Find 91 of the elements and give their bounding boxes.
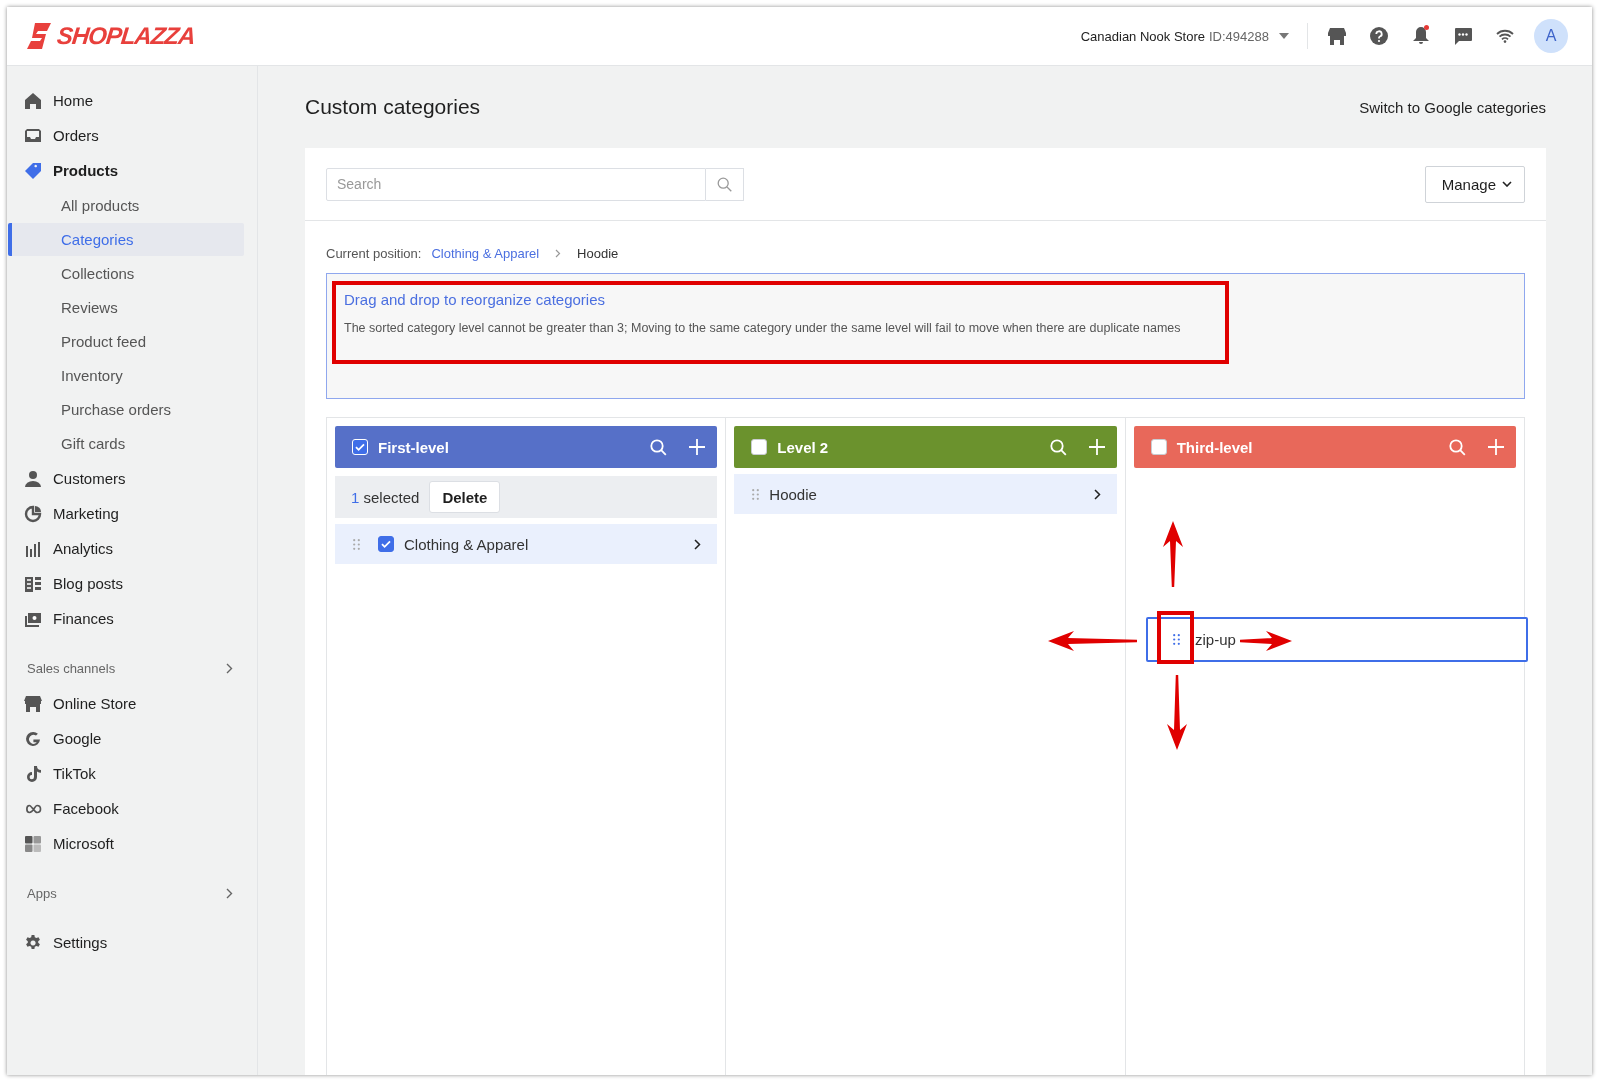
checkbox[interactable] <box>1150 439 1167 455</box>
column-title: Level 2 <box>777 438 830 456</box>
avatar[interactable]: A <box>1534 19 1568 53</box>
category-name: Clothing & Apparel <box>404 535 530 553</box>
chevron-icon <box>555 248 562 258</box>
nav-item[interactable]: Google <box>7 721 257 756</box>
delete-button[interactable]: Delete <box>429 481 501 513</box>
storefront-icon <box>25 695 41 712</box>
card-icon <box>25 610 41 627</box>
nav-subitem[interactable]: Collections <box>8 257 244 290</box>
tag-icon <box>25 162 41 179</box>
nav-item[interactable]: Settings <box>7 925 257 960</box>
nav-item[interactable]: Home <box>7 83 257 118</box>
nav-item[interactable]: Microsoft <box>7 826 257 861</box>
nav-item[interactable]: Marketing <box>7 496 257 531</box>
column-title: First-level <box>378 438 450 456</box>
caret-icon[interactable] <box>1279 33 1289 39</box>
gear-icon <box>25 934 41 951</box>
tray-icon <box>25 127 41 144</box>
nav-subitem[interactable]: Categories <box>8 223 244 256</box>
category-row[interactable]: Hoodie <box>734 474 1117 514</box>
notice-text: The sorted category level cannot be greater than 3; Moving to the same category under the same level will fail to move when there are duplicate names <box>344 321 1182 335</box>
category-row[interactable]: Clothing & Apparel <box>335 524 718 564</box>
search-icon[interactable] <box>650 438 668 456</box>
checkbox[interactable] <box>378 536 394 552</box>
nav-item[interactable]: Online Store <box>7 686 257 721</box>
highlight-frame <box>1157 611 1194 664</box>
add-icon[interactable] <box>1088 439 1105 455</box>
page-title: Custom categories <box>305 95 481 119</box>
nav-subitem[interactable]: All products <box>8 189 244 222</box>
person-icon <box>25 470 41 487</box>
chevron-down-icon <box>1502 181 1512 187</box>
nav-subitem[interactable]: Reviews <box>8 291 244 324</box>
grid-icon <box>25 835 41 852</box>
search-icon[interactable] <box>1049 438 1067 456</box>
section-header[interactable]: Apps <box>7 875 257 911</box>
section-title: Apps <box>27 885 57 901</box>
bell-icon[interactable] <box>1413 27 1429 45</box>
store-id: ID:494288 <box>1209 28 1269 44</box>
logo-icon <box>27 22 53 50</box>
arrow <box>1240 631 1292 651</box>
switch-link[interactable]: Switch to Google categories <box>1359 98 1546 116</box>
nav-item[interactable]: Orders <box>7 118 257 153</box>
section-header[interactable]: Sales channels <box>7 650 257 686</box>
checkbox[interactable] <box>751 439 768 455</box>
notice-title: Drag and drop to reorganize categories <box>344 291 606 308</box>
nav-subitem[interactable]: Purchase orders <box>8 393 244 426</box>
category-name: zip-up <box>1195 631 1236 648</box>
drag-handle-icon[interactable] <box>752 488 760 500</box>
nav-subitem[interactable]: Inventory <box>8 359 244 392</box>
selection-count: 1 selected <box>351 488 420 506</box>
section-title: Sales channels <box>27 660 116 676</box>
category-name: Hoodie <box>769 485 818 503</box>
nav-item[interactable]: Products <box>7 153 257 188</box>
chat-icon[interactable] <box>1454 27 1472 45</box>
breadcrumb-link[interactable]: Clothing & Apparel <box>431 245 540 261</box>
store-icon[interactable] <box>1328 27 1346 45</box>
drag-handle-icon[interactable] <box>353 538 360 550</box>
add-icon[interactable] <box>1488 439 1504 455</box>
dragged-row[interactable]: zip-up <box>1146 617 1528 662</box>
nav-subitem[interactable]: Gift cards <box>8 427 244 460</box>
nav-item[interactable]: Customers <box>7 461 257 496</box>
bar-chart-icon <box>25 540 41 557</box>
nav-item[interactable]: Facebook <box>7 791 257 826</box>
breadcrumb-label: Current position: <box>326 245 422 261</box>
drag-handle-icon[interactable] <box>1173 634 1180 645</box>
store-name[interactable]: Canadian Nook Store <box>1080 28 1205 44</box>
column-title: Third-level <box>1176 438 1254 456</box>
search-icon[interactable] <box>1449 438 1466 456</box>
manage-button[interactable]: Manage <box>1424 165 1525 203</box>
chevron-icon[interactable] <box>1093 488 1101 500</box>
note-icon <box>25 765 41 782</box>
search-field[interactable]: Search <box>326 167 706 201</box>
checkmark-icon <box>380 538 392 550</box>
document-icon <box>25 575 41 592</box>
home-icon <box>25 92 41 109</box>
nav-item[interactable]: Blog posts <box>7 566 257 601</box>
g-letter-icon <box>25 730 41 747</box>
checkmark-icon <box>354 441 366 453</box>
arrow <box>1163 521 1183 587</box>
add-icon[interactable] <box>689 439 706 455</box>
chevron-icon[interactable] <box>694 538 702 550</box>
wifi-icon <box>1496 29 1514 43</box>
help-icon[interactable] <box>1370 27 1388 45</box>
nav-item[interactable]: Finances <box>7 601 257 636</box>
nav-item[interactable]: Analytics <box>7 531 257 566</box>
nav-item[interactable]: TikTok <box>7 756 257 791</box>
logo-text: SHOPLAZZA <box>55 22 197 50</box>
nav-subitem[interactable]: Product feed <box>8 325 244 358</box>
search-icon[interactable] <box>717 176 732 192</box>
breadcrumb-current: Hoodie <box>577 245 619 261</box>
